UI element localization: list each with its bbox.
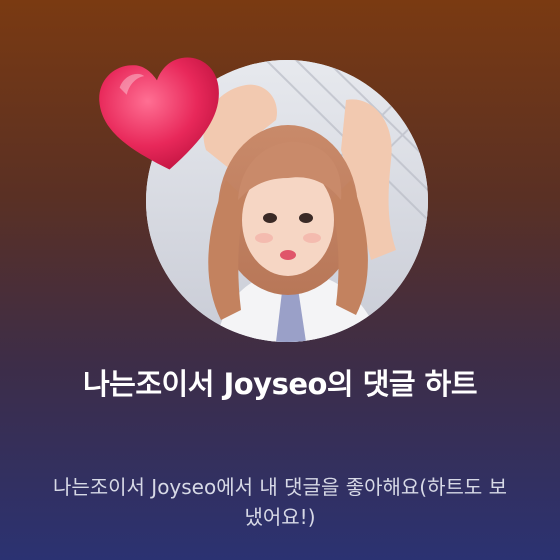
notification-title: 나는조이서 Joyseo의 댓글 하트 <box>82 367 478 401</box>
notification-message: 나는조이서 Joyseo에서 내 댓글을 좋아해요(하트도 보냈어요!) <box>52 475 508 529</box>
heart-notification-card[interactable]: 나는조이서 Joyseo의 댓글 하트 나는조이서 Joyseo에서 내 댓글을… <box>0 0 560 560</box>
heart-icon <box>94 52 230 180</box>
